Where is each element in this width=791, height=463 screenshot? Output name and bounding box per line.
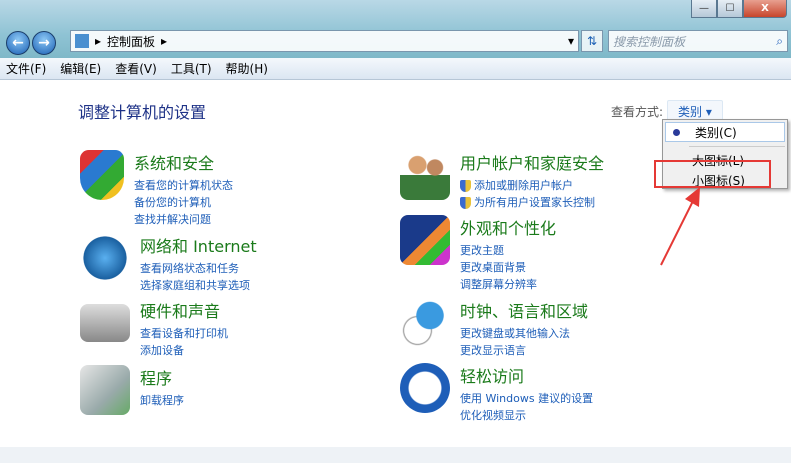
category-link[interactable]: 更改桌面背景 (460, 259, 556, 276)
highlight-box (654, 160, 771, 188)
category-link[interactable]: 查看网络状态和任务 (140, 260, 257, 277)
category-user-accounts: 用户帐户和家庭安全 添加或删除用户帐户 为所有用户设置家长控制 (400, 150, 604, 211)
category-network: 网络和 Internet 查看网络状态和任务 选择家庭组和共享选项 (80, 233, 257, 294)
appearance-icon (400, 215, 450, 265)
users-icon (400, 150, 450, 200)
breadcrumb-control-panel[interactable]: 控制面板 (107, 33, 155, 50)
category-link[interactable]: 使用 Windows 建议的设置 (460, 390, 593, 407)
shield-icon (80, 150, 124, 200)
category-hardware-sound: 硬件和声音 查看设备和打印机 添加设备 (80, 298, 228, 359)
category-title[interactable]: 程序 (140, 365, 184, 389)
menu-help[interactable]: 帮助(H) (226, 60, 268, 77)
category-ease-of-access: 轻松访问 使用 Windows 建议的设置 优化视频显示 (400, 363, 593, 424)
close-button[interactable]: X (743, 0, 787, 18)
category-system-security: 系统和安全 查看您的计算机状态 备份您的计算机 查找并解决问题 (80, 150, 233, 228)
category-title[interactable]: 用户帐户和家庭安全 (460, 150, 604, 174)
category-link[interactable]: 备份您的计算机 (134, 194, 233, 211)
category-title[interactable]: 轻松访问 (460, 363, 593, 387)
minimize-button[interactable]: — (691, 0, 717, 18)
category-clock-region: 时钟、语言和区域 更改键盘或其他输入法 更改显示语言 (400, 298, 588, 359)
category-title[interactable]: 外观和个性化 (460, 215, 556, 239)
category-title[interactable]: 系统和安全 (134, 150, 233, 174)
category-link[interactable]: 优化视频显示 (460, 407, 593, 424)
printer-icon (80, 304, 130, 342)
menu-edit[interactable]: 编辑(E) (60, 60, 101, 77)
category-programs: 程序 卸载程序 (80, 365, 184, 415)
menu-bar: 文件(F) 编辑(E) 查看(V) 工具(T) 帮助(H) (0, 58, 791, 80)
back-button[interactable]: ← (6, 31, 30, 55)
category-link[interactable]: 添加或删除用户帐户 (460, 177, 604, 194)
programs-icon (80, 365, 130, 415)
category-link[interactable]: 更改键盘或其他输入法 (460, 325, 588, 342)
breadcrumb-arrow[interactable]: ▸ (161, 34, 167, 48)
category-title[interactable]: 网络和 Internet (140, 233, 257, 257)
menu-item-category[interactable]: 类别(C) (665, 122, 785, 142)
category-title[interactable]: 时钟、语言和区域 (460, 298, 588, 322)
address-bar[interactable]: ▸ 控制面板 ▸ ▾ (70, 30, 579, 52)
category-link[interactable]: 更改主题 (460, 242, 556, 259)
radio-dot-icon (673, 129, 680, 136)
search-input[interactable]: 搜索控制面板 ⌕ (608, 30, 788, 52)
menu-file[interactable]: 文件(F) (6, 60, 46, 77)
uac-shield-icon (460, 196, 471, 209)
category-link[interactable]: 添加设备 (140, 342, 228, 359)
refresh-button[interactable]: ⇅ (581, 30, 603, 52)
category-link[interactable]: 查看设备和打印机 (140, 325, 228, 342)
category-link[interactable]: 查看您的计算机状态 (134, 177, 233, 194)
category-link[interactable]: 卸载程序 (140, 392, 184, 409)
category-link[interactable]: 为所有用户设置家长控制 (460, 194, 604, 211)
search-icon[interactable]: ⌕ (776, 34, 783, 49)
search-placeholder: 搜索控制面板 (613, 34, 686, 49)
clock-globe-icon (400, 298, 450, 348)
status-strip (0, 447, 791, 463)
view-by-label: 查看方式: (611, 105, 664, 119)
category-link[interactable]: 选择家庭组和共享选项 (140, 277, 257, 294)
uac-shield-icon (460, 179, 471, 192)
page-title: 调整计算机的设置 (78, 103, 207, 122)
address-dropdown[interactable]: ▾ (568, 34, 574, 48)
breadcrumb-arrow[interactable]: ▸ (95, 34, 101, 48)
accessibility-icon (400, 363, 450, 413)
category-title[interactable]: 硬件和声音 (140, 298, 228, 322)
network-icon (80, 233, 130, 283)
category-link[interactable]: 查找并解决问题 (134, 211, 233, 228)
maximize-button[interactable]: ☐ (717, 0, 743, 18)
category-link[interactable]: 调整屏幕分辨率 (460, 276, 556, 293)
annotation-arrow-icon (660, 187, 700, 266)
category-link[interactable]: 更改显示语言 (460, 342, 588, 359)
window-chrome: — ☐ X ← → ▸ 控制面板 ▸ ▾ ⇅ 搜索控制面板 ⌕ (0, 0, 791, 58)
menu-tools[interactable]: 工具(T) (171, 60, 212, 77)
forward-button[interactable]: → (32, 31, 56, 55)
category-appearance: 外观和个性化 更改主题 更改桌面背景 调整屏幕分辨率 (400, 215, 556, 293)
menu-view[interactable]: 查看(V) (115, 60, 157, 77)
control-panel-icon (75, 34, 89, 48)
